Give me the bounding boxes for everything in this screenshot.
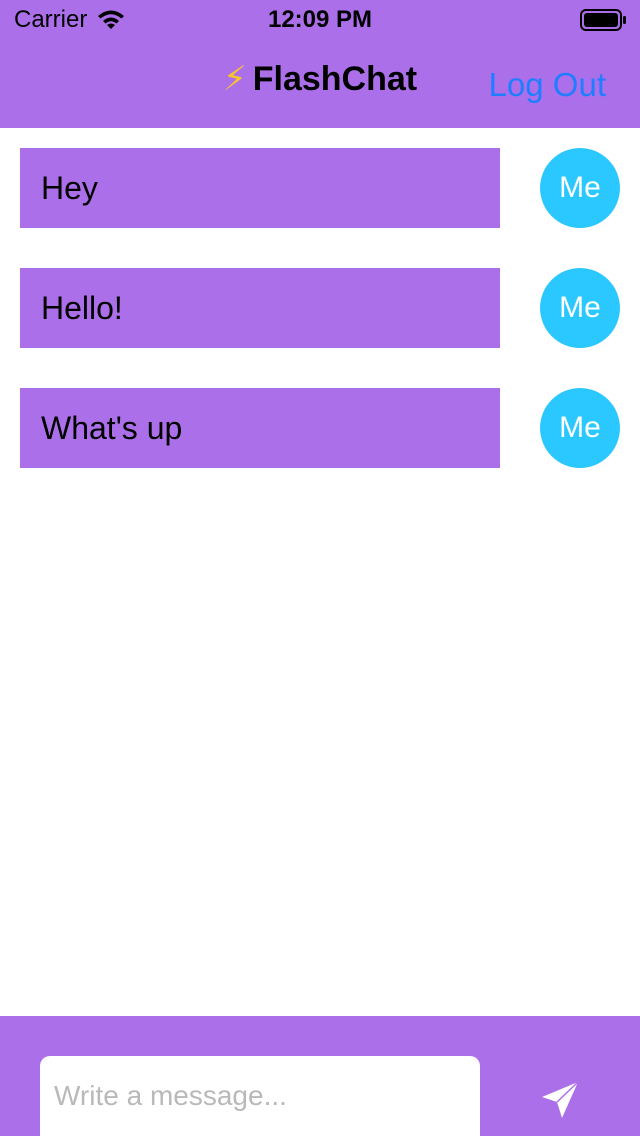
avatar: Me: [540, 148, 620, 228]
paper-plane-icon: [542, 1081, 579, 1118]
status-bar: Carrier 12:09 PM: [0, 0, 640, 40]
logout-button[interactable]: Log Out: [489, 66, 606, 104]
battery-icon: [580, 9, 626, 31]
message-text: Hey: [41, 170, 98, 206]
lightning-bolt-icon: ⚡: [222, 60, 247, 98]
status-time: 12:09 PM: [267, 6, 373, 33]
message-bubble: What's up: [20, 388, 500, 468]
message-text: Hello!: [41, 290, 123, 326]
message-text: What's up: [41, 410, 183, 446]
avatar: Me: [540, 268, 620, 348]
message-bubble: Hey: [20, 148, 500, 228]
message-input[interactable]: [40, 1056, 480, 1136]
avatar: Me: [540, 388, 620, 468]
composer-bar: [0, 1016, 640, 1136]
message-row: Hey Me: [20, 148, 620, 228]
message-row: Hello! Me: [20, 268, 620, 348]
send-button[interactable]: [530, 1068, 590, 1124]
message-row: What's up Me: [20, 388, 620, 468]
message-bubble: Hello!: [20, 268, 500, 348]
flashchat-screen: Carrier 12:09 PM ⚡ FlashChat Log Out Hey…: [0, 0, 640, 1136]
page-title: FlashChat: [252, 60, 418, 98]
navigation-bar: Carrier 12:09 PM ⚡ FlashChat Log Out: [0, 0, 640, 128]
